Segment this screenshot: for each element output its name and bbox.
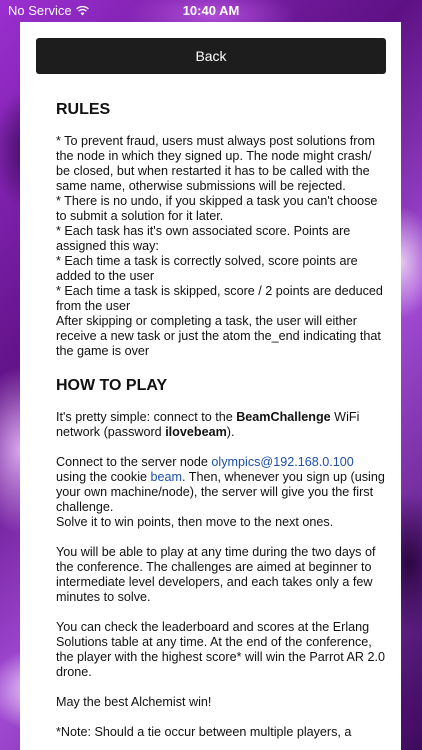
status-time: 10:40 AM [182,3,240,18]
how-to-play-paragraph-leaderboard: You can check the leaderboard and scores… [56,620,385,679]
how-to-play-paragraph-node: Connect to the server node olympics@192.… [56,455,386,515]
rules-card: Back RULES * To prevent fraud, users mus… [20,22,401,750]
rule-item: * To prevent fraud, users must always po… [56,134,375,193]
how-to-play-paragraph-schedule: You will be able to play at any time dur… [56,545,376,604]
rule-item: * Each time a task is skipped, score / 2… [56,284,383,313]
rule-item: * There is no undo, if you skipped a tas… [56,194,378,223]
tie-note: *Note: Should a tie occur between multip… [56,725,352,739]
rules-content: RULES * To prevent fraud, users must alw… [56,100,386,740]
how-to-play-title: HOW TO PLAY [56,377,168,394]
network-name: BeamChallenge [236,410,331,424]
text-span: It's pretty simple: connect to the [56,410,237,424]
rule-item: After skipping or completing a task, the… [56,314,381,358]
back-button[interactable]: Back [36,38,386,74]
status-bar: No Service 10:40 AM [0,0,422,22]
how-to-play-paragraph-closing: May the best Alchemist win! [56,695,212,709]
how-to-play-paragraph-connect: It's pretty simple: connect to the BeamC… [56,410,386,440]
rule-item: * Each task has it's own associated scor… [56,224,351,253]
cookie-link[interactable]: beam [151,470,183,484]
wifi-password: ilovebeam [165,425,227,439]
server-node-link[interactable]: olympics@192.168.0.100 [211,455,353,469]
text-span: using the cookie [56,470,151,484]
how-to-play-paragraph-solve: Solve it to win points, then move to the… [56,515,334,529]
rule-item: * Each time a task is correctly solved, … [56,254,358,283]
text-span: ). [226,425,235,439]
rules-title: RULES [56,101,111,118]
text-span: Connect to the server node [56,455,212,469]
